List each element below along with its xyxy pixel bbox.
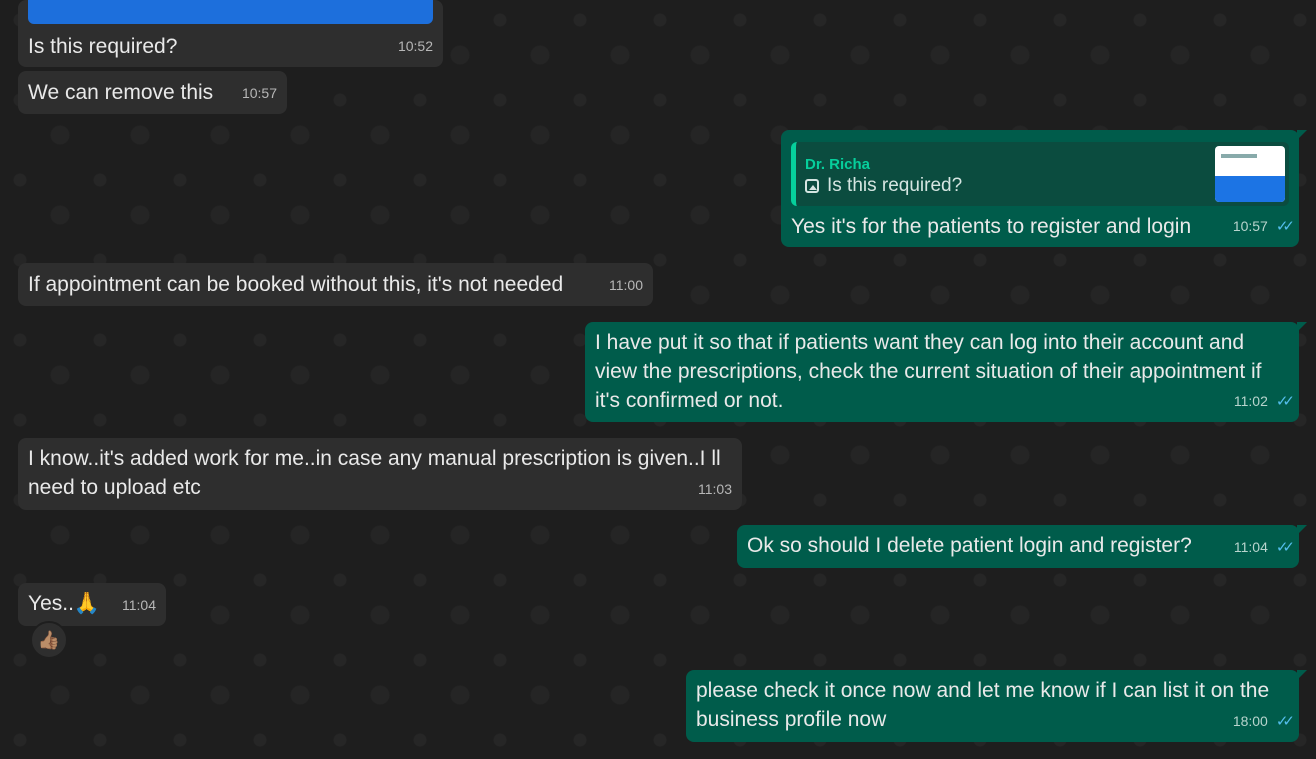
read-ticks-icon: ✓✓ [1275,218,1295,235]
image-icon [805,178,819,193]
message-outgoing-reply[interactable]: Dr. Richa Is this required? Yes it's for… [781,130,1307,247]
message-outgoing-prescriptions[interactable]: I have put it so that if patients want t… [585,322,1307,422]
quoted-reply[interactable]: Dr. Richa Is this required? [791,142,1289,206]
thumbnail-bar [1221,154,1257,158]
message-text: We can remove this [28,81,214,104]
message-meta: 11:04 ✓✓ [1234,533,1295,562]
reply-text: Is this required? [827,175,963,196]
message-time: 10:57 [241,85,277,101]
message-time: 11:00 [609,277,643,293]
reply-thumbnail [1215,146,1285,202]
message-text: Is this required? [28,35,178,58]
message-outgoing-business-profile[interactable]: please check it once now and let me know… [686,670,1307,742]
message-incoming-added-work[interactable]: I know..it's added work for me..in case … [18,438,742,510]
reaction-thumbs-up-icon[interactable]: 👍🏽 [30,621,68,659]
read-ticks-icon: ✓✓ [1275,539,1295,556]
message-incoming-remove[interactable]: We can remove this 10:57 [18,71,287,114]
message-meta: 11:02 ✓✓ [1234,387,1295,416]
message-time: 11:03 [698,481,732,497]
message-text: If appointment can be booked without thi… [28,273,564,296]
message-time: 10:52 [397,38,433,54]
message-incoming-appointment[interactable]: If appointment can be booked without thi… [18,263,653,306]
message-time: 11:04 [122,597,156,613]
message-text: I have put it so that if patients want t… [595,331,1262,412]
message-text: Ok so should I delete patient login and … [747,534,1192,557]
message-incoming-is-this-required[interactable]: Is this required? 10:52 [18,0,443,67]
read-ticks-icon: ✓✓ [1275,393,1295,410]
reaction-emoji: 👍🏽 [37,629,61,650]
message-text: please check it once now and let me know… [696,679,1270,731]
message-meta: 18:00 ✓✓ [1233,707,1295,736]
reply-text-row: Is this required? [805,171,962,200]
message-text: Yes it's for the patients to register an… [791,215,1192,238]
message-incoming-yes[interactable]: Yes..🙏 11:04 [18,583,166,626]
image-attachment[interactable] [28,0,433,24]
message-outgoing-delete-login[interactable]: Ok so should I delete patient login and … [737,525,1307,568]
read-ticks-icon: ✓✓ [1275,713,1295,730]
thumbnail-blue-area [1215,176,1285,202]
message-text: I know..it's added work for me..in case … [28,447,721,499]
message-meta: 10:57 ✓✓ [1233,212,1295,241]
message-text: Yes..🙏 [28,592,101,615]
